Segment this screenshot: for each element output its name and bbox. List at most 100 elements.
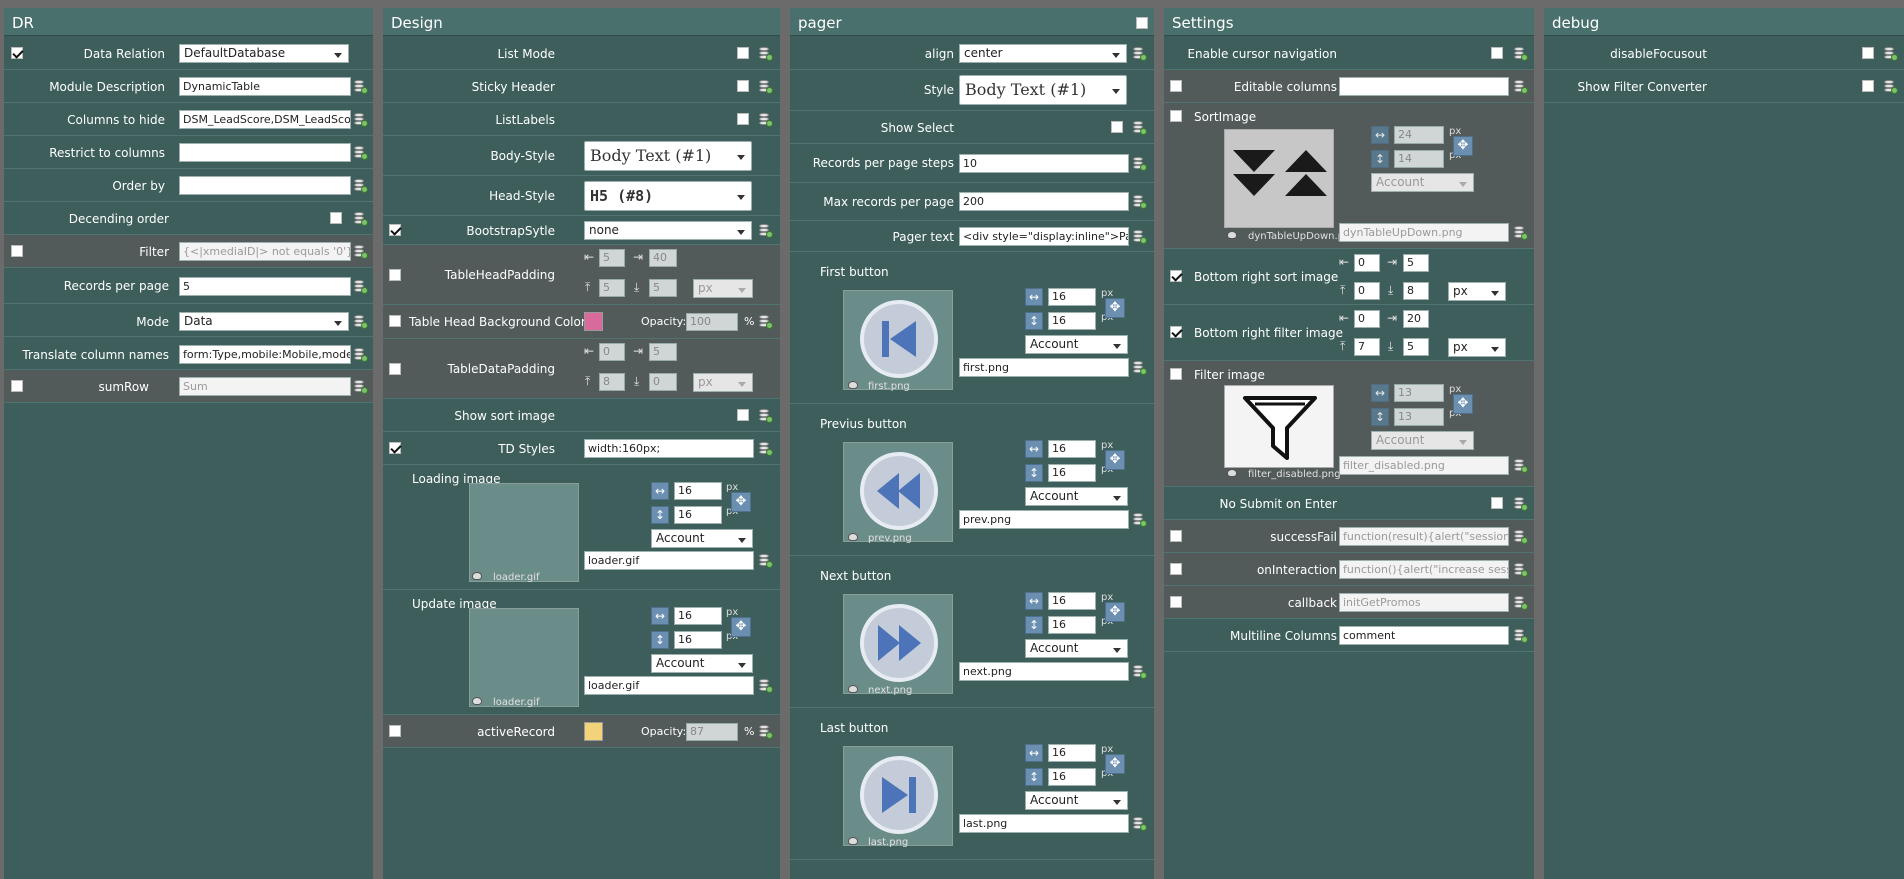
bootstrap-style-select[interactable]: none xyxy=(584,221,752,240)
filter-width-input[interactable]: 13 xyxy=(1394,384,1444,402)
no-submit-checkbox[interactable] xyxy=(1491,497,1503,509)
update-width-input[interactable]: 16 xyxy=(674,607,722,625)
prev-file-input[interactable]: prev.png xyxy=(959,510,1129,529)
database-icon[interactable] xyxy=(354,113,368,127)
filter-offset-top-input[interactable]: 7 xyxy=(1354,338,1380,356)
sort-image-preview[interactable] xyxy=(1224,129,1334,228)
database-icon[interactable] xyxy=(1133,47,1147,61)
database-icon[interactable] xyxy=(1514,530,1528,544)
preview-eye-icon[interactable] xyxy=(1227,231,1237,239)
pager-style-select[interactable]: Body Text (#1) xyxy=(959,75,1127,105)
list-mode-checkbox[interactable] xyxy=(737,47,749,59)
database-icon[interactable] xyxy=(1514,47,1528,61)
move-icon[interactable]: ✥ xyxy=(1105,450,1125,470)
translate-column-names-input[interactable]: form:Type,mobile:Mobile,model:M xyxy=(179,345,351,364)
show-select-checkbox[interactable] xyxy=(1111,121,1123,133)
loading-image-file-input[interactable]: loader.gif xyxy=(584,551,754,570)
opacity-input[interactable]: 100 xyxy=(686,313,738,331)
order-by-input[interactable] xyxy=(179,176,351,195)
database-icon[interactable] xyxy=(1133,361,1147,375)
next-image-preview[interactable] xyxy=(843,594,953,694)
body-style-select[interactable]: Body Text (#1) xyxy=(584,141,752,171)
preview-eye-icon[interactable] xyxy=(848,685,858,693)
sort-image-checkbox[interactable] xyxy=(1170,110,1182,122)
move-icon[interactable]: ✥ xyxy=(731,492,751,512)
update-image-file-input[interactable]: loader.gif xyxy=(584,676,754,695)
filter-input[interactable]: {<|xmediaID|> not equals '0'} xyxy=(179,242,351,261)
records-steps-input[interactable]: 10 xyxy=(959,154,1129,173)
next-height-input[interactable]: 16 xyxy=(1048,616,1096,634)
data-padding-top-input[interactable]: 8 xyxy=(599,373,625,391)
database-icon[interactable] xyxy=(354,80,368,94)
success-fail-checkbox[interactable] xyxy=(1170,530,1182,542)
first-file-input[interactable]: first.png xyxy=(959,358,1129,377)
database-icon[interactable] xyxy=(1133,665,1147,679)
descending-order-checkbox[interactable] xyxy=(330,212,342,224)
data-padding-bottom-input[interactable]: 0 xyxy=(649,373,677,391)
preview-eye-icon[interactable] xyxy=(848,837,858,845)
sort-offset-bottom-input[interactable]: 8 xyxy=(1403,282,1429,300)
database-icon[interactable] xyxy=(1133,230,1147,244)
next-scope-select[interactable]: Account xyxy=(1025,639,1128,658)
data-padding-left-input[interactable]: 0 xyxy=(599,343,625,361)
update-image-preview[interactable] xyxy=(469,608,579,707)
sort-scope-select[interactable]: Account xyxy=(1371,173,1474,192)
sort-offset-left-input[interactable]: 0 xyxy=(1354,254,1380,272)
move-icon[interactable]: ✥ xyxy=(731,617,751,637)
sort-offset-right-input[interactable]: 5 xyxy=(1403,254,1429,272)
align-select[interactable]: center xyxy=(959,44,1127,63)
move-icon[interactable]: ✥ xyxy=(1453,394,1473,414)
filter-image-checkbox[interactable] xyxy=(1170,368,1182,380)
max-records-input[interactable]: 200 xyxy=(959,192,1129,211)
prev-image-preview[interactable] xyxy=(843,442,953,542)
move-icon[interactable]: ✥ xyxy=(1105,754,1125,774)
database-icon[interactable] xyxy=(759,80,773,94)
database-icon[interactable] xyxy=(759,725,773,739)
data-relation-select[interactable]: DefaultDatabase xyxy=(179,44,349,63)
database-icon[interactable] xyxy=(759,113,773,127)
table-head-bg-checkbox[interactable] xyxy=(389,315,401,327)
active-record-checkbox[interactable] xyxy=(389,725,401,737)
data-padding-right-input[interactable]: 5 xyxy=(649,343,677,361)
filter-offset-right-input[interactable]: 20 xyxy=(1403,310,1429,328)
next-file-input[interactable]: next.png xyxy=(959,662,1129,681)
database-icon[interactable] xyxy=(759,409,773,423)
td-styles-checkbox[interactable] xyxy=(389,442,401,454)
database-icon[interactable] xyxy=(1514,563,1528,577)
filter-image-preview[interactable] xyxy=(1224,385,1334,468)
database-icon[interactable] xyxy=(354,146,368,160)
sort-image-file-input[interactable]: dynTableUpDown.png xyxy=(1339,223,1509,242)
data-relation-checkbox[interactable] xyxy=(11,47,23,59)
database-icon[interactable] xyxy=(1514,497,1528,511)
show-filter-converter-checkbox[interactable] xyxy=(1862,80,1874,92)
pager-enable-checkbox[interactable] xyxy=(1136,17,1148,29)
columns-to-hide-input[interactable]: DSM_LeadScore,DSM_LeadScoreS xyxy=(179,110,351,129)
filter-offset-left-input[interactable]: 0 xyxy=(1354,310,1380,328)
data-padding-unit-select[interactable]: px xyxy=(693,373,753,392)
database-icon[interactable] xyxy=(354,245,368,259)
filter-offset-unit-select[interactable]: px xyxy=(1448,338,1506,357)
pager-text-input[interactable]: <div style="display:inline">Page { xyxy=(959,227,1129,246)
padding-unit-select[interactable]: px xyxy=(693,279,753,298)
preview-eye-icon[interactable] xyxy=(1227,469,1237,477)
disable-focusout-checkbox[interactable] xyxy=(1862,47,1874,59)
prev-height-input[interactable]: 16 xyxy=(1048,464,1096,482)
sticky-header-checkbox[interactable] xyxy=(737,80,749,92)
preview-eye-icon[interactable] xyxy=(848,533,858,541)
filter-scope-select[interactable]: Account xyxy=(1371,431,1474,450)
last-scope-select[interactable]: Account xyxy=(1025,791,1128,810)
prev-scope-select[interactable]: Account xyxy=(1025,487,1128,506)
database-icon[interactable] xyxy=(759,679,773,693)
sort-offset-top-input[interactable]: 0 xyxy=(1354,282,1380,300)
database-icon[interactable] xyxy=(1514,629,1528,643)
callback-checkbox[interactable] xyxy=(1170,596,1182,608)
sort-width-input[interactable]: 24 xyxy=(1394,126,1444,144)
preview-eye-icon[interactable] xyxy=(848,381,858,389)
database-icon[interactable] xyxy=(1514,459,1528,473)
padding-left-input[interactable]: 5 xyxy=(599,249,625,267)
database-icon[interactable] xyxy=(354,280,368,294)
editable-columns-input[interactable] xyxy=(1339,77,1509,96)
success-fail-input[interactable]: function(result){alert("session exp xyxy=(1339,527,1509,546)
database-icon[interactable] xyxy=(1133,513,1147,527)
filter-height-input[interactable]: 13 xyxy=(1394,408,1444,426)
